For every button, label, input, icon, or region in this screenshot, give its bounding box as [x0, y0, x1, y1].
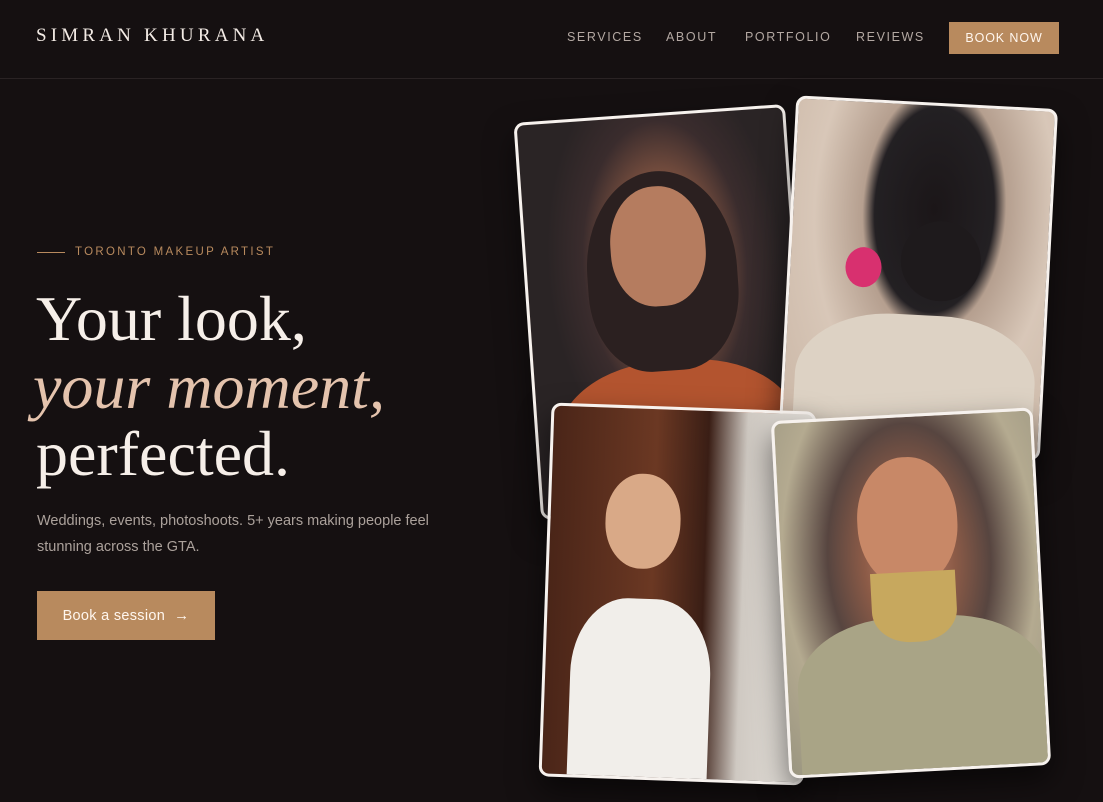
book-now-button[interactable]: BOOK NOW [949, 22, 1059, 54]
headline-line-2: your moment, [33, 351, 385, 422]
eyebrow-label: TORONTO MAKEUP ARTIST [75, 246, 276, 258]
book-session-button[interactable]: Book a session → [37, 591, 215, 640]
book-session-label: Book a session [62, 607, 166, 624]
headline-line-3: perfected. [36, 418, 291, 489]
headline-line-1: Your look, [36, 283, 307, 354]
site-logo[interactable]: SIMRAN KHURANA [36, 25, 268, 47]
site-header: SIMRAN KHURANA SERVICES ABOUT PORTFOLIO … [0, 0, 1103, 79]
nav-about[interactable]: ABOUT [666, 30, 717, 44]
hero-subtitle: Weddings, events, photoshoots. 5+ years … [37, 513, 429, 555]
arrow-right-icon: → [174, 607, 190, 624]
eyebrow-divider [37, 252, 65, 253]
nav-services[interactable]: SERVICES [567, 30, 643, 44]
bride-gold-jewelry-photo [770, 407, 1052, 779]
nav-portfolio[interactable]: PORTFOLIO [745, 30, 831, 44]
bridal-bun-pink-flower-photo [777, 95, 1059, 461]
nav-reviews[interactable]: REVIEWS [856, 30, 925, 44]
